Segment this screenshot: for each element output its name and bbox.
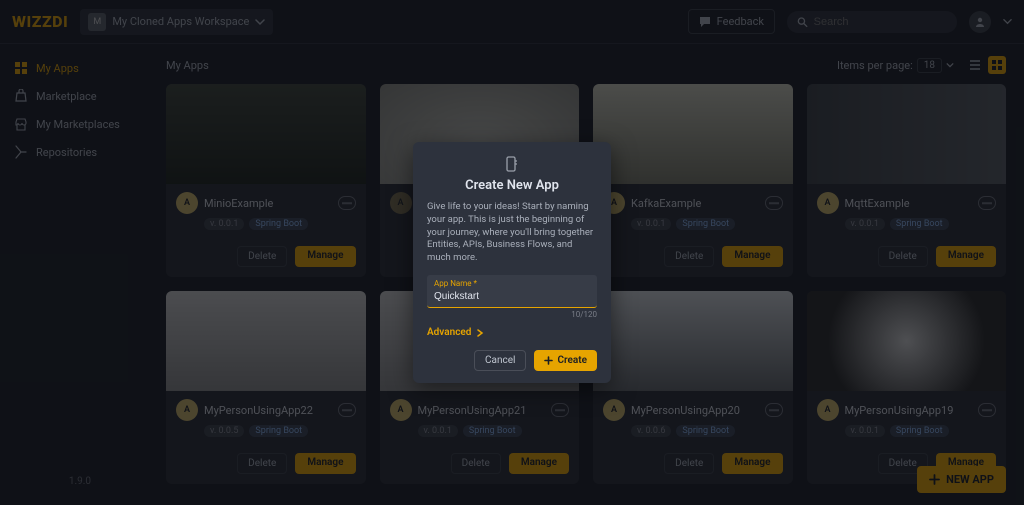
app-name-input[interactable]: [434, 291, 590, 302]
plus-icon: [544, 356, 553, 365]
modal-scrim[interactable]: Create New App Give life to your ideas! …: [0, 0, 1024, 505]
create-label: Create: [557, 355, 587, 366]
cancel-button[interactable]: Cancel: [474, 350, 526, 371]
create-button[interactable]: Create: [534, 350, 597, 371]
char-counter: 10/120: [427, 310, 597, 319]
chevron-right-icon: [476, 329, 484, 337]
modal-description: Give life to your ideas! Start by naming…: [427, 201, 597, 265]
app-name-label: App Name *: [434, 279, 590, 288]
advanced-label: Advanced: [427, 327, 471, 338]
app-icon: [427, 156, 597, 172]
create-app-modal: Create New App Give life to your ideas! …: [413, 142, 611, 383]
modal-title: Create New App: [427, 178, 597, 193]
app-name-field[interactable]: App Name *: [427, 275, 597, 308]
advanced-toggle[interactable]: Advanced: [427, 327, 597, 338]
